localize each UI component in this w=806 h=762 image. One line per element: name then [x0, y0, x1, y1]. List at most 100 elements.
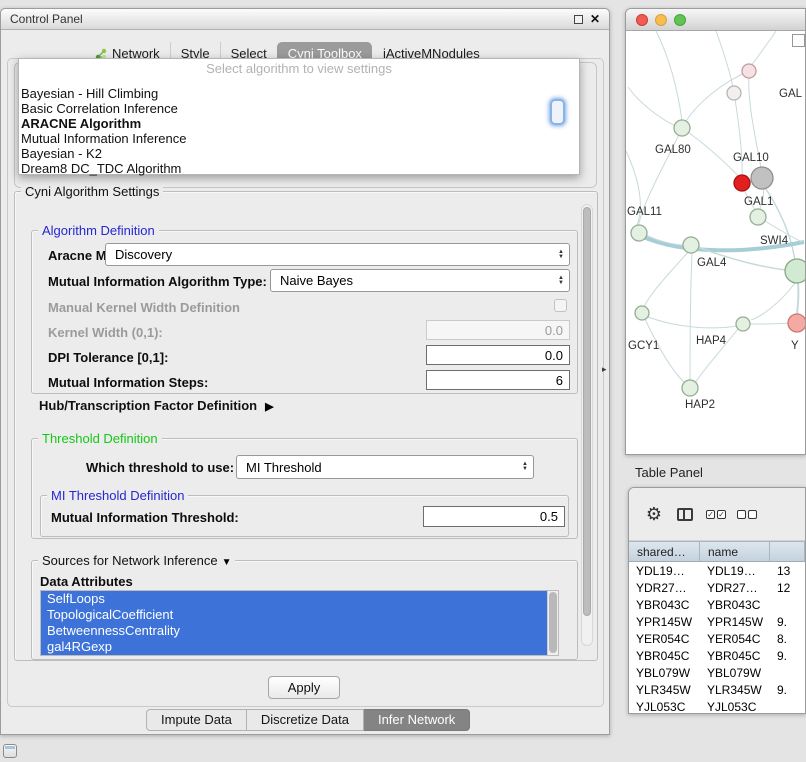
mi-type-label: Mutual Information Algorithm Type:	[48, 274, 267, 289]
network-node[interactable]	[635, 306, 649, 320]
collapse-down-icon[interactable]: ▼	[222, 557, 232, 568]
table-row[interactable]: YER054CYER054C8.	[629, 630, 805, 647]
dropdown-item[interactable]: Bayesian - K2	[19, 146, 579, 161]
table-cell: YBR043C	[700, 598, 770, 612]
column-selector-icon[interactable]	[674, 503, 696, 525]
combo-arrows-icon: ▲▼	[522, 462, 528, 472]
table-row[interactable]: YJL053CYJL053C	[629, 698, 805, 714]
table-cell: YLR345W	[629, 683, 700, 697]
settings-scrollbar-thumb[interactable]	[583, 207, 591, 616]
network-node[interactable]	[742, 64, 756, 78]
mi-threshold-definition-group: MI Threshold Definition Mutual Informati…	[40, 495, 569, 537]
which-threshold-label: Which threshold to use:	[86, 460, 234, 475]
tab-infer-network[interactable]: Infer Network	[364, 709, 470, 731]
window-buttons: ✕	[574, 14, 600, 24]
hub-definition-section[interactable]: Hub/Transcription Factor Definition▶	[39, 398, 274, 413]
column-header-name[interactable]: name	[700, 542, 770, 561]
expand-right-icon[interactable]: ▶	[265, 401, 273, 413]
table-row[interactable]: YBR043CYBR043C	[629, 596, 805, 613]
data-attributes-label: Data Attributes	[40, 574, 133, 589]
table-row[interactable]: YDL19…YDL19…13	[629, 562, 805, 579]
table-row[interactable]: YDR27…YDR27…12	[629, 579, 805, 596]
table-settings-gear-icon[interactable]: ⚙	[643, 503, 665, 525]
manual-kernel-width-label: Manual Kernel Width Definition	[48, 300, 240, 315]
network-edge	[751, 282, 796, 320]
table-row[interactable]: YBL079WYBL079W	[629, 664, 805, 681]
tab-impute-data[interactable]: Impute Data	[146, 709, 247, 731]
attribute-list-item[interactable]: BetweennessCentrality	[41, 623, 558, 639]
column-header-shared-name[interactable]: shared…	[629, 542, 700, 561]
network-node-label: GAL1	[744, 196, 773, 208]
network-node[interactable]	[631, 225, 647, 241]
control-panel-titlebar[interactable]: Control Panel ✕	[1, 9, 609, 30]
network-node-label: GAL	[779, 88, 803, 100]
minimized-panel-icon[interactable]	[3, 744, 17, 758]
apply-button[interactable]: Apply	[268, 676, 340, 699]
settings-scrollbar[interactable]	[581, 204, 593, 646]
attribute-list-item[interactable]: gal4RGexp	[41, 639, 558, 655]
network-canvas[interactable]: GALGAL80GAL10GAL1GAL11SWI4GAL4GCY1HAP4YH…	[626, 31, 805, 454]
dropdown-item[interactable]: Basic Correlation Inference	[19, 101, 579, 116]
minimize-traffic-light[interactable]	[655, 14, 667, 26]
close-window-icon[interactable]: ✕	[590, 14, 600, 24]
table-row[interactable]: YPR145WYPR145W9.	[629, 613, 805, 630]
zoom-traffic-light[interactable]	[674, 14, 686, 26]
network-node[interactable]	[727, 86, 741, 100]
tab-discretize-data[interactable]: Discretize Data	[247, 709, 364, 731]
network-node[interactable]	[734, 175, 750, 191]
dropdown-item[interactable]: Dream8 DC_TDC Algorithm	[19, 161, 579, 176]
network-node[interactable]	[682, 380, 698, 396]
list-scrollbar-thumb[interactable]	[549, 592, 557, 653]
float-window-icon[interactable]	[574, 15, 583, 24]
network-node[interactable]	[750, 209, 766, 225]
column-header-extra[interactable]	[770, 542, 805, 561]
unchecked-box-glyph	[737, 510, 746, 519]
close-traffic-light[interactable]	[636, 14, 648, 26]
deselect-all-icon[interactable]	[736, 503, 758, 525]
table-row[interactable]: YBR045CYBR045C9.	[629, 647, 805, 664]
control-panel-window: Control Panel ✕ Network Style Select Cyn…	[0, 8, 610, 735]
network-edge	[690, 253, 692, 381]
mi-steps-field[interactable]	[426, 370, 570, 390]
attribute-list-item[interactable]: SelfLoops	[41, 591, 558, 607]
network-node[interactable]	[736, 317, 750, 331]
window-title: Control Panel	[10, 12, 83, 26]
network-node-label: GAL10	[733, 152, 769, 164]
attribute-list-item[interactable]: TopologicalCoefficient	[41, 607, 558, 623]
dpi-tolerance-field[interactable]	[426, 345, 570, 365]
column-selector-glyph	[677, 508, 693, 521]
mi-threshold-field[interactable]	[423, 506, 565, 527]
mi-type-select[interactable]: Naive Bayes ▲▼	[270, 269, 570, 292]
data-attributes-list[interactable]: SelfLoopsTopologicalCoefficientBetweenne…	[40, 590, 559, 656]
network-edge	[750, 323, 789, 324]
birdseye-toggle[interactable]	[792, 34, 805, 47]
mi-threshold-definition-title: MI Threshold Definition	[47, 488, 188, 503]
table-row[interactable]: YLR345WYLR345W9.	[629, 681, 805, 698]
network-node-label: GCY1	[628, 340, 659, 352]
sources-group: Sources for Network Inference▼ Data Attr…	[31, 560, 578, 660]
splitpane-collapse-arrow[interactable]: ▸	[602, 364, 607, 375]
table-cell: 13	[770, 564, 805, 578]
dropdown-item[interactable]: Bayesian - Hill Climbing	[19, 86, 579, 101]
network-graph[interactable]: GALGAL80GAL10GAL1GAL11SWI4GAL4GCY1HAP4YH…	[626, 31, 806, 454]
network-node[interactable]	[785, 259, 806, 283]
network-node[interactable]	[788, 314, 806, 332]
network-node-label: HAP2	[685, 399, 715, 411]
select-all-icon[interactable]: ✓ ✓	[705, 503, 727, 525]
dropdown-item[interactable]: Mutual Information Inference	[19, 131, 579, 146]
sources-title[interactable]: Sources for Network Inference▼	[38, 553, 235, 570]
focus-ring-button[interactable]	[550, 99, 565, 125]
table-cell: YDR27…	[700, 581, 770, 595]
aracne-mode-select[interactable]: Discovery ▲▼	[105, 243, 570, 266]
list-scrollbar[interactable]	[547, 591, 558, 655]
settings-group-title: Cyni Algorithm Settings	[21, 184, 163, 199]
dropdown-item[interactable]: ARACNE Algorithm	[19, 116, 579, 131]
network-node[interactable]	[751, 167, 773, 189]
table-cell: YDR27…	[629, 581, 700, 595]
network-node-label: HAP4	[696, 335, 727, 347]
table-cell: 8.	[770, 632, 805, 646]
network-node[interactable]	[674, 120, 690, 136]
network-node[interactable]	[683, 237, 699, 253]
network-window-titlebar[interactable]	[626, 9, 805, 31]
which-threshold-select[interactable]: MI Threshold ▲▼	[236, 455, 534, 479]
